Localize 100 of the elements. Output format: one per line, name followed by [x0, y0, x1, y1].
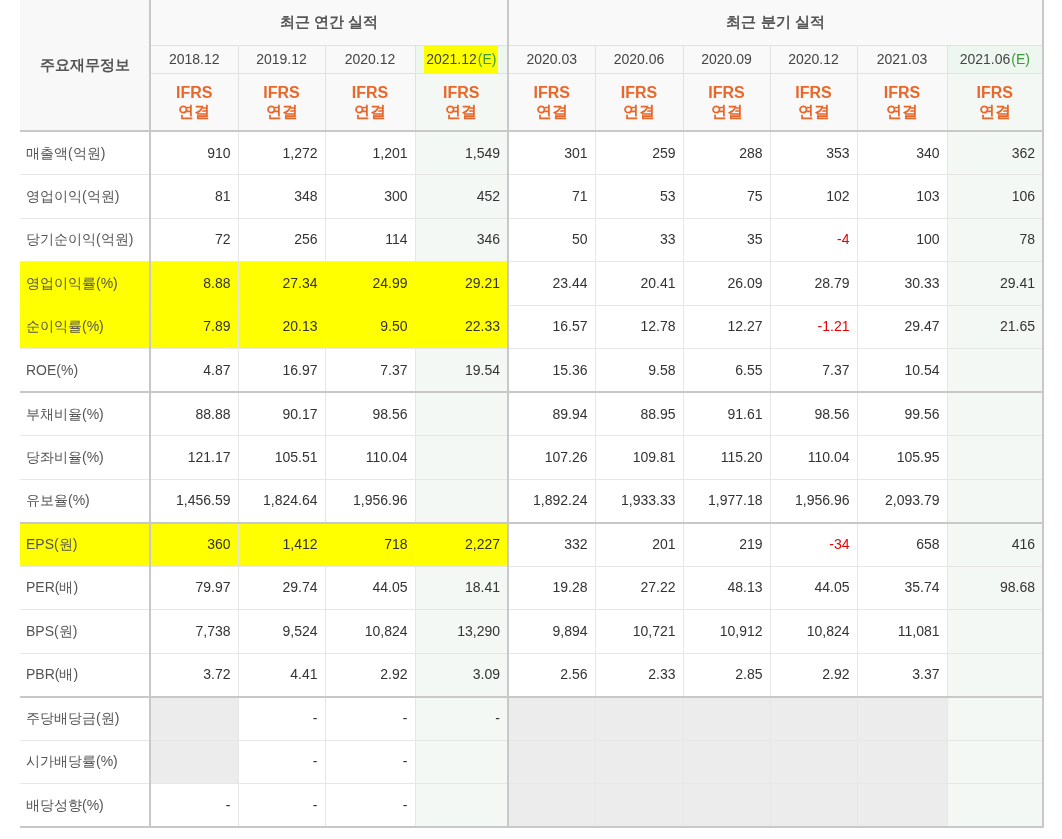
table-cell: 28.79: [770, 261, 858, 305]
row-label: BPS(원): [20, 609, 150, 653]
table-cell: 91.61: [683, 392, 771, 436]
row-label: 당기순이익(억원): [20, 218, 150, 262]
table-cell: -: [325, 740, 415, 784]
table-cell: -: [238, 740, 325, 784]
table-cell: 109.81: [595, 435, 684, 479]
row-label: 당좌비율(%): [20, 435, 150, 479]
table-cell: 7.89: [150, 305, 238, 349]
table-cell: 33: [595, 218, 684, 262]
table-cell: 3.09: [415, 653, 509, 697]
accounting-basis: IFRS 연결: [619, 82, 659, 121]
table-cell: 4.87: [150, 348, 238, 392]
table-cell: 29.21: [415, 261, 509, 305]
row-label: 유보율(%): [20, 479, 150, 523]
table-cell: 1,549: [415, 131, 509, 175]
period-label: 2020.06: [595, 45, 683, 73]
table-cell: -: [415, 696, 509, 740]
table-cell: 105.51: [238, 435, 325, 479]
table-cell: 1,824.64: [238, 479, 325, 523]
table-cell: 1,412: [238, 522, 325, 566]
row-label: 배당성향(%): [20, 783, 150, 827]
table-cell: 100: [857, 218, 948, 262]
table-cell: 13,290: [415, 609, 509, 653]
table-cell: 340: [857, 131, 948, 175]
table-cell: 2,093.79: [857, 479, 948, 523]
table-cell: 90.17: [238, 392, 325, 436]
table-cell: -: [238, 783, 325, 827]
table-cell: 88.95: [595, 392, 684, 436]
table-cell: 332: [508, 522, 596, 566]
table-cell: 53: [595, 174, 684, 218]
table-cell: 35.74: [857, 566, 948, 610]
table-cell: 114: [325, 218, 415, 262]
table-cell: 10,824: [770, 609, 858, 653]
table-cell: 75: [683, 174, 771, 218]
table-cell: 8.88: [150, 261, 238, 305]
table-cell: 89.94: [508, 392, 596, 436]
table-cell: 1,956.96: [325, 479, 415, 523]
table-cell: 288: [683, 131, 771, 175]
row-label: 매출액(억원): [20, 131, 150, 175]
table-cell: 2.92: [770, 653, 858, 697]
table-cell: 71: [508, 174, 596, 218]
table-cell: 1,272: [238, 131, 325, 175]
table-cell: -4: [770, 218, 858, 262]
table-cell: 44.05: [770, 566, 858, 610]
table-cell: 4.41: [238, 653, 325, 697]
table-cell: 1,892.24: [508, 479, 596, 523]
table-cell: 9.58: [595, 348, 684, 392]
group-header: 최근 연간 실적: [150, 0, 509, 45]
table-cell: 30.33: [857, 261, 948, 305]
table-cell: 6.55: [683, 348, 771, 392]
table-cell: 35: [683, 218, 771, 262]
accounting-basis: IFRS 연결: [532, 82, 571, 121]
table-cell: 29.47: [857, 305, 948, 349]
accounting-basis: IFRS 연결: [350, 82, 390, 121]
table-cell: 362: [947, 131, 1044, 175]
accounting-basis: IFRS 연결: [442, 82, 481, 121]
table-cell: -: [238, 696, 325, 740]
row-label: 순이익률(%): [20, 305, 150, 349]
table-cell: 29.41: [947, 261, 1044, 305]
period-label: 2020.03: [509, 45, 595, 73]
period-label: 2021.06(E): [947, 45, 1043, 73]
accounting-basis: IFRS 연결: [262, 82, 301, 121]
table-cell: 107.26: [508, 435, 596, 479]
table-cell: -1.21: [770, 305, 858, 349]
table-cell: 301: [508, 131, 596, 175]
table-cell: 78: [947, 218, 1044, 262]
table-cell: 81: [150, 174, 238, 218]
row-label: 영업이익률(%): [20, 261, 150, 305]
table-cell: 48.13: [683, 566, 771, 610]
table-cell: 1,977.18: [683, 479, 771, 523]
table-cell: 718: [325, 522, 415, 566]
table-cell: 346: [415, 218, 509, 262]
table-cell: 23.44: [508, 261, 596, 305]
table-cell: 2,227: [415, 522, 509, 566]
table-cell: 1,201: [325, 131, 415, 175]
table-cell: 16.57: [508, 305, 596, 349]
table-cell: 18.41: [415, 566, 509, 610]
table-cell: 12.78: [595, 305, 684, 349]
table-cell: -: [150, 783, 238, 827]
period-label: 2019.12: [238, 45, 325, 73]
table-cell: 44.05: [325, 566, 415, 610]
table-cell: 20.13: [238, 305, 325, 349]
table-cell: 110.04: [770, 435, 858, 479]
table-cell: 50: [508, 218, 596, 262]
table-cell: 110.04: [325, 435, 415, 479]
period-label: 2020.09: [683, 45, 770, 73]
table-cell: 115.20: [683, 435, 771, 479]
accounting-basis: IFRS 연결: [707, 82, 746, 121]
table-cell: 2.85: [683, 653, 771, 697]
table-cell: -: [325, 783, 415, 827]
table-cell: 16.97: [238, 348, 325, 392]
table-cell: 102: [770, 174, 858, 218]
row-label: ROE(%): [20, 348, 150, 392]
table-cell: 910: [150, 131, 238, 175]
row-label: 시가배당률(%): [20, 740, 150, 784]
table-cell: 3.72: [150, 653, 238, 697]
table-cell: 10,912: [683, 609, 771, 653]
table-cell: 27.34: [238, 261, 325, 305]
row-label: 부채비율(%): [20, 392, 150, 436]
